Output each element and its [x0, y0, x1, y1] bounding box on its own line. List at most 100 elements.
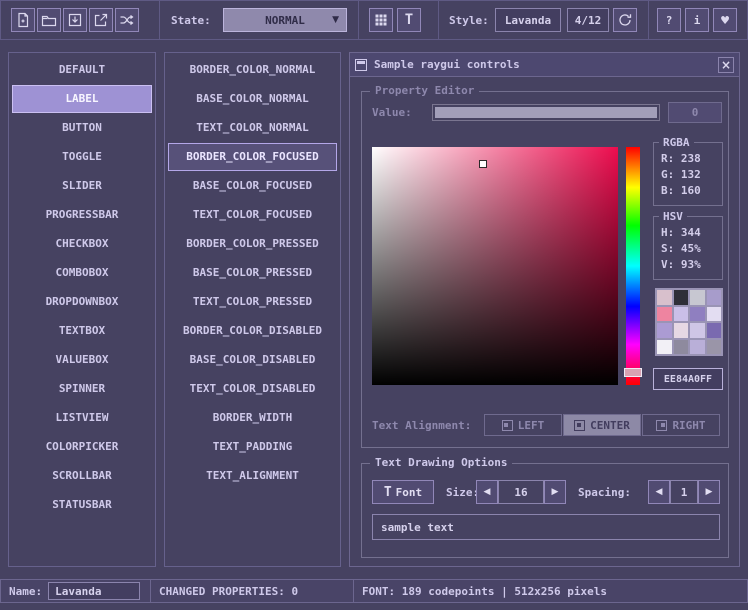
window-titlebar[interactable]: Sample raygui controls ×: [350, 53, 739, 77]
list-item-textbox[interactable]: TEXTBOX: [12, 317, 152, 345]
value-box[interactable]: 0: [668, 102, 722, 123]
new-style-button[interactable]: [11, 8, 35, 32]
list-item-border_color_pressed[interactable]: BORDER_COLOR_PRESSED: [168, 230, 337, 258]
property-editor-title: Property Editor: [370, 84, 479, 97]
value-box-text: 0: [692, 106, 699, 119]
list-item-text_color_pressed[interactable]: TEXT_COLOR_PRESSED: [168, 288, 337, 316]
font-view-button[interactable]: T: [397, 8, 421, 32]
font-button-label: Font: [396, 486, 423, 499]
color-swatch[interactable]: [674, 290, 689, 305]
reload-icon: [617, 12, 633, 28]
spacing-decrease-button[interactable]: ◀: [648, 480, 670, 504]
color-swatch[interactable]: [657, 340, 672, 355]
value-slider[interactable]: [432, 104, 660, 121]
list-item-statusbar[interactable]: STATUSBAR: [12, 491, 152, 519]
hsv-group: HSV H: 344 S: 45% V: 93%: [653, 216, 723, 280]
close-icon[interactable]: ×: [718, 57, 734, 73]
list-item-button[interactable]: BUTTON: [12, 114, 152, 142]
list-item-text_color_normal[interactable]: TEXT_COLOR_NORMAL: [168, 114, 337, 142]
list-item-base_color_disabled[interactable]: BASE_COLOR_DISABLED: [168, 346, 337, 374]
list-item-combobox[interactable]: COMBOBOX: [12, 259, 152, 287]
hex-color-value: EE84A0FF: [664, 374, 712, 385]
help-button[interactable]: ?: [657, 8, 681, 32]
toolbar-separator: [648, 1, 649, 39]
color-swatch[interactable]: [690, 307, 705, 322]
color-swatch[interactable]: [657, 290, 672, 305]
color-swatch[interactable]: [707, 290, 722, 305]
spacing-increase-button[interactable]: ▶: [698, 480, 720, 504]
color-swatch[interactable]: [707, 340, 722, 355]
list-item-spinner[interactable]: SPINNER: [12, 375, 152, 403]
rgba-blue-value: B: 160: [661, 183, 722, 199]
arrow-right-icon: ▶: [552, 487, 559, 497]
list-item-text_alignment[interactable]: TEXT_ALIGNMENT: [168, 462, 337, 490]
toolbar-separator: [159, 1, 160, 39]
list-item-text_color_focused[interactable]: TEXT_COLOR_FOCUSED: [168, 201, 337, 229]
list-item-scrollbar[interactable]: SCROLLBAR: [12, 462, 152, 490]
color-swatch[interactable]: [674, 307, 689, 322]
hex-color-input[interactable]: EE84A0FF: [653, 368, 723, 390]
list-item-border_width[interactable]: BORDER_WIDTH: [168, 404, 337, 432]
info-button[interactable]: i: [685, 8, 709, 32]
text-drawing-options-group: Text Drawing Options T Font Size: ◀ 16 ▶…: [361, 463, 729, 558]
color-swatch[interactable]: [657, 323, 672, 338]
list-item-base_color_pressed[interactable]: BASE_COLOR_PRESSED: [168, 259, 337, 287]
rgba-title: RGBA: [659, 135, 694, 151]
sample-controls-window: Sample raygui controls × Property Editor…: [349, 52, 740, 567]
sponsor-button[interactable]: ♥: [713, 8, 737, 32]
list-item-base_color_normal[interactable]: BASE_COLOR_NORMAL: [168, 85, 337, 113]
list-item-valuebox[interactable]: VALUEBOX: [12, 346, 152, 374]
list-item-border_color_focused[interactable]: BORDER_COLOR_FOCUSED: [168, 143, 337, 171]
color-swatch[interactable]: [707, 323, 722, 338]
size-decrease-button[interactable]: ◀: [476, 480, 498, 504]
style-name-box[interactable]: Lavanda: [495, 8, 561, 32]
list-item-toggle[interactable]: TOGGLE: [12, 143, 152, 171]
size-label: Size:: [446, 486, 479, 499]
save-style-button[interactable]: [63, 8, 87, 32]
statusbar-changed-section: CHANGED PROPERTIES: 0: [150, 579, 354, 603]
list-item-text_padding[interactable]: TEXT_PADDING: [168, 433, 337, 461]
list-item-text_color_disabled[interactable]: TEXT_COLOR_DISABLED: [168, 375, 337, 403]
color-swatch[interactable]: [657, 307, 672, 322]
align-right-toggle[interactable]: RIGHT: [642, 414, 720, 436]
font-button[interactable]: T Font: [372, 480, 434, 504]
list-item-dropdownbox[interactable]: DROPDOWNBOX: [12, 288, 152, 316]
align-left-toggle[interactable]: LEFT: [484, 414, 562, 436]
color-swatch[interactable]: [707, 307, 722, 322]
export-style-button[interactable]: [89, 8, 113, 32]
color-picker-panel[interactable]: [372, 147, 618, 385]
size-value-box[interactable]: 16: [498, 480, 544, 504]
load-style-button[interactable]: [37, 8, 61, 32]
list-item-label[interactable]: LABEL: [12, 85, 152, 113]
statusbar-name-section: Name: Lavanda: [0, 579, 151, 603]
list-item-border_color_disabled[interactable]: BORDER_COLOR_DISABLED: [168, 317, 337, 345]
info-icon: i: [694, 14, 701, 27]
hue-slider[interactable]: [626, 147, 640, 385]
color-swatch[interactable]: [690, 290, 705, 305]
list-item-colorpicker[interactable]: COLORPICKER: [12, 433, 152, 461]
align-right-icon: [656, 420, 667, 431]
list-item-border_color_normal[interactable]: BORDER_COLOR_NORMAL: [168, 56, 337, 84]
color-swatch[interactable]: [674, 323, 689, 338]
color-swatch[interactable]: [690, 323, 705, 338]
style-name-value: Lavanda: [505, 14, 551, 27]
color-swatch[interactable]: [690, 340, 705, 355]
list-item-listview[interactable]: LISTVIEW: [12, 404, 152, 432]
export-file-icon: [93, 12, 109, 28]
list-item-base_color_focused[interactable]: BASE_COLOR_FOCUSED: [168, 172, 337, 200]
state-dropdown[interactable]: NORMAL ▼: [223, 8, 347, 32]
align-center-toggle[interactable]: CENTER: [563, 414, 641, 436]
list-item-default[interactable]: DEFAULT: [12, 56, 152, 84]
list-item-slider[interactable]: SLIDER: [12, 172, 152, 200]
size-increase-button[interactable]: ▶: [544, 480, 566, 504]
color-swatch[interactable]: [674, 340, 689, 355]
list-item-progressbar[interactable]: PROGRESSBAR: [12, 201, 152, 229]
toolbar-separator: [438, 1, 439, 39]
random-style-button[interactable]: [115, 8, 139, 32]
hsv-hue-value: H: 344: [661, 225, 722, 241]
list-item-checkbox[interactable]: CHECKBOX: [12, 230, 152, 258]
table-view-button[interactable]: [369, 8, 393, 32]
sample-text-input[interactable]: sample text: [372, 514, 720, 540]
spacing-value-box[interactable]: 1: [670, 480, 698, 504]
reload-style-button[interactable]: [613, 8, 637, 32]
